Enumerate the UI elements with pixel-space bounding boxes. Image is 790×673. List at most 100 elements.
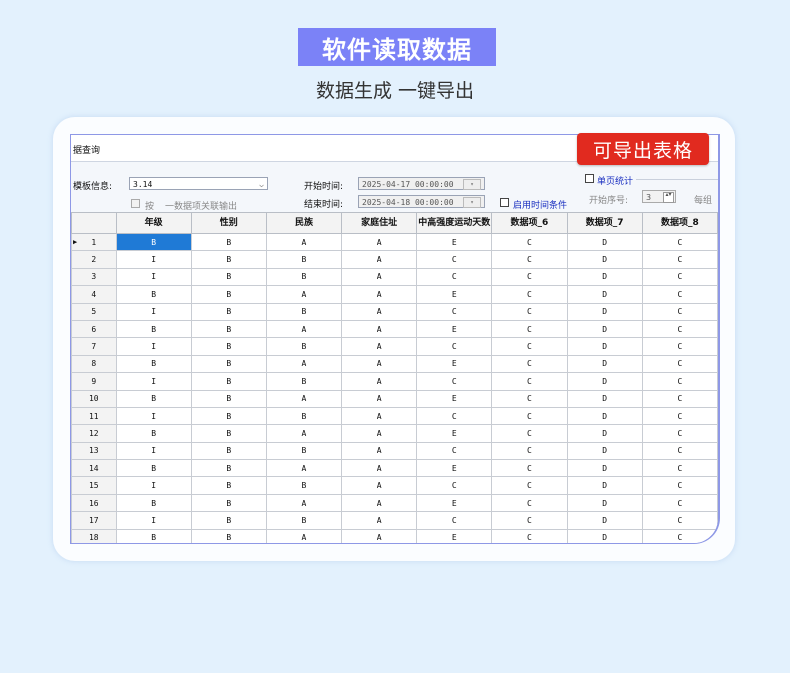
link-output-checkbox[interactable] <box>131 199 140 208</box>
table-cell[interactable]: I <box>115 511 192 530</box>
table-cell[interactable]: C <box>491 459 568 478</box>
table-cell[interactable]: A <box>341 232 418 252</box>
table-cell[interactable]: B <box>190 528 267 543</box>
table-cell[interactable]: B <box>115 232 192 252</box>
table-cell[interactable]: C <box>491 476 568 495</box>
table-cell[interactable]: B <box>115 285 192 304</box>
table-cell[interactable]: C <box>641 267 718 287</box>
table-cell[interactable]: D <box>566 406 643 426</box>
table-cell[interactable]: B <box>190 389 267 408</box>
table-cell[interactable]: E <box>416 459 493 478</box>
table-cell[interactable]: A <box>341 528 418 543</box>
table-cell[interactable]: D <box>566 424 643 443</box>
table-cell[interactable]: A <box>265 232 343 252</box>
table-row[interactable]: 16 B B A A E C D C <box>71 493 718 513</box>
table-cell[interactable]: C <box>641 337 718 356</box>
column-header[interactable]: 性别 <box>190 212 267 234</box>
table-cell[interactable]: C <box>491 424 568 443</box>
table-cell[interactable]: A <box>341 354 418 374</box>
table-cell[interactable]: C <box>491 389 568 408</box>
table-row[interactable]: 17 I B B A C C D C <box>71 511 718 530</box>
table-cell[interactable]: A <box>341 459 418 478</box>
table-cell[interactable]: D <box>566 250 643 269</box>
table-row[interactable]: 13 I B B A C C D C <box>71 441 718 461</box>
row-header[interactable]: 3 <box>71 267 117 287</box>
page-stats-checkbox[interactable] <box>585 174 594 183</box>
table-cell[interactable]: A <box>265 354 343 374</box>
table-cell[interactable]: C <box>641 424 718 443</box>
table-row[interactable]: 9IBBACCDC <box>71 372 718 391</box>
table-cell[interactable]: C <box>641 250 718 269</box>
table-cell[interactable]: C <box>641 302 718 321</box>
table-cell[interactable]: C <box>641 232 718 252</box>
table-cell[interactable]: A <box>341 285 418 304</box>
table-row[interactable]: 6BBAAECDC <box>71 319 718 339</box>
table-cell[interactable]: C <box>491 406 568 426</box>
table-cell[interactable]: A <box>341 511 418 530</box>
table-row[interactable]: 18 B B A A E C D C <box>71 528 718 543</box>
table-cell[interactable]: C <box>416 511 493 530</box>
table-cell[interactable]: C <box>491 337 568 356</box>
table-cell[interactable]: C <box>491 441 568 461</box>
table-cell[interactable]: D <box>566 319 643 339</box>
table-cell[interactable]: A <box>341 337 418 356</box>
table-cell[interactable]: B <box>265 511 343 530</box>
table-cell[interactable]: B <box>115 493 192 513</box>
table-row[interactable]: 2IBBACCDC <box>71 250 718 269</box>
table-cell[interactable]: C <box>416 441 493 461</box>
end-time-picker[interactable]: 2025-04-18 00:00:00 ▾ <box>358 195 485 208</box>
table-row[interactable]: 8BBAAECDC <box>71 354 718 374</box>
table-cell[interactable]: C <box>416 406 493 426</box>
table-cell[interactable]: C <box>491 372 568 391</box>
start-seq-stepper[interactable]: 3 ▴▾ <box>642 190 676 203</box>
table-cell[interactable]: C <box>641 476 718 495</box>
table-cell[interactable]: B <box>190 476 267 495</box>
table-cell[interactable]: B <box>265 302 343 321</box>
table-cell[interactable]: C <box>491 354 568 374</box>
row-header[interactable]: 8 <box>71 354 117 374</box>
table-cell[interactable]: D <box>566 267 643 287</box>
table-cell[interactable]: I <box>115 250 192 269</box>
table-cell[interactable]: A <box>265 528 343 543</box>
table-cell[interactable]: C <box>416 337 493 356</box>
row-header[interactable]: 14 <box>71 459 117 478</box>
table-cell[interactable]: C <box>641 389 718 408</box>
table-cell[interactable]: B <box>190 267 267 287</box>
table-cell[interactable]: A <box>341 389 418 408</box>
table-cell[interactable]: C <box>491 511 568 530</box>
table-cell[interactable]: C <box>416 476 493 495</box>
row-header[interactable]: 12 <box>71 424 117 443</box>
row-header[interactable]: 7 <box>71 337 117 356</box>
table-cell[interactable]: E <box>416 528 493 543</box>
table-row[interactable]: 10 B B A A E C D C <box>71 389 718 408</box>
table-cell[interactable]: B <box>265 476 343 495</box>
table-cell[interactable]: I <box>115 337 192 356</box>
column-header[interactable]: 家庭住址 <box>341 212 418 234</box>
table-cell[interactable]: A <box>265 389 343 408</box>
table-cell[interactable]: D <box>566 476 643 495</box>
table-cell[interactable]: B <box>190 511 267 530</box>
table-cell[interactable]: B <box>190 232 267 252</box>
table-cell[interactable]: C <box>641 459 718 478</box>
table-row[interactable]: 14 B B A A E C D C <box>71 459 718 478</box>
table-cell[interactable]: A <box>341 267 418 287</box>
table-cell[interactable]: A <box>341 424 418 443</box>
table-cell[interactable]: D <box>566 337 643 356</box>
table-cell[interactable]: C <box>491 302 568 321</box>
table-cell[interactable]: C <box>491 493 568 513</box>
table-cell[interactable]: D <box>566 528 643 543</box>
table-cell[interactable]: D <box>566 459 643 478</box>
table-cell[interactable]: A <box>341 493 418 513</box>
table-cell[interactable]: B <box>115 389 192 408</box>
table-cell[interactable]: D <box>566 232 643 252</box>
table-cell[interactable]: A <box>265 285 343 304</box>
table-cell[interactable]: A <box>265 424 343 443</box>
table-cell[interactable]: D <box>566 285 643 304</box>
table-cell[interactable]: B <box>115 319 192 339</box>
table-row[interactable]: 11 I B B A C C D C <box>71 406 718 426</box>
table-cell[interactable]: B <box>265 250 343 269</box>
table-cell[interactable]: A <box>341 250 418 269</box>
start-time-picker[interactable]: 2025-04-17 00:00:00 ▾ <box>358 177 485 190</box>
table-cell[interactable]: B <box>190 441 267 461</box>
table-cell[interactable]: C <box>491 232 568 252</box>
